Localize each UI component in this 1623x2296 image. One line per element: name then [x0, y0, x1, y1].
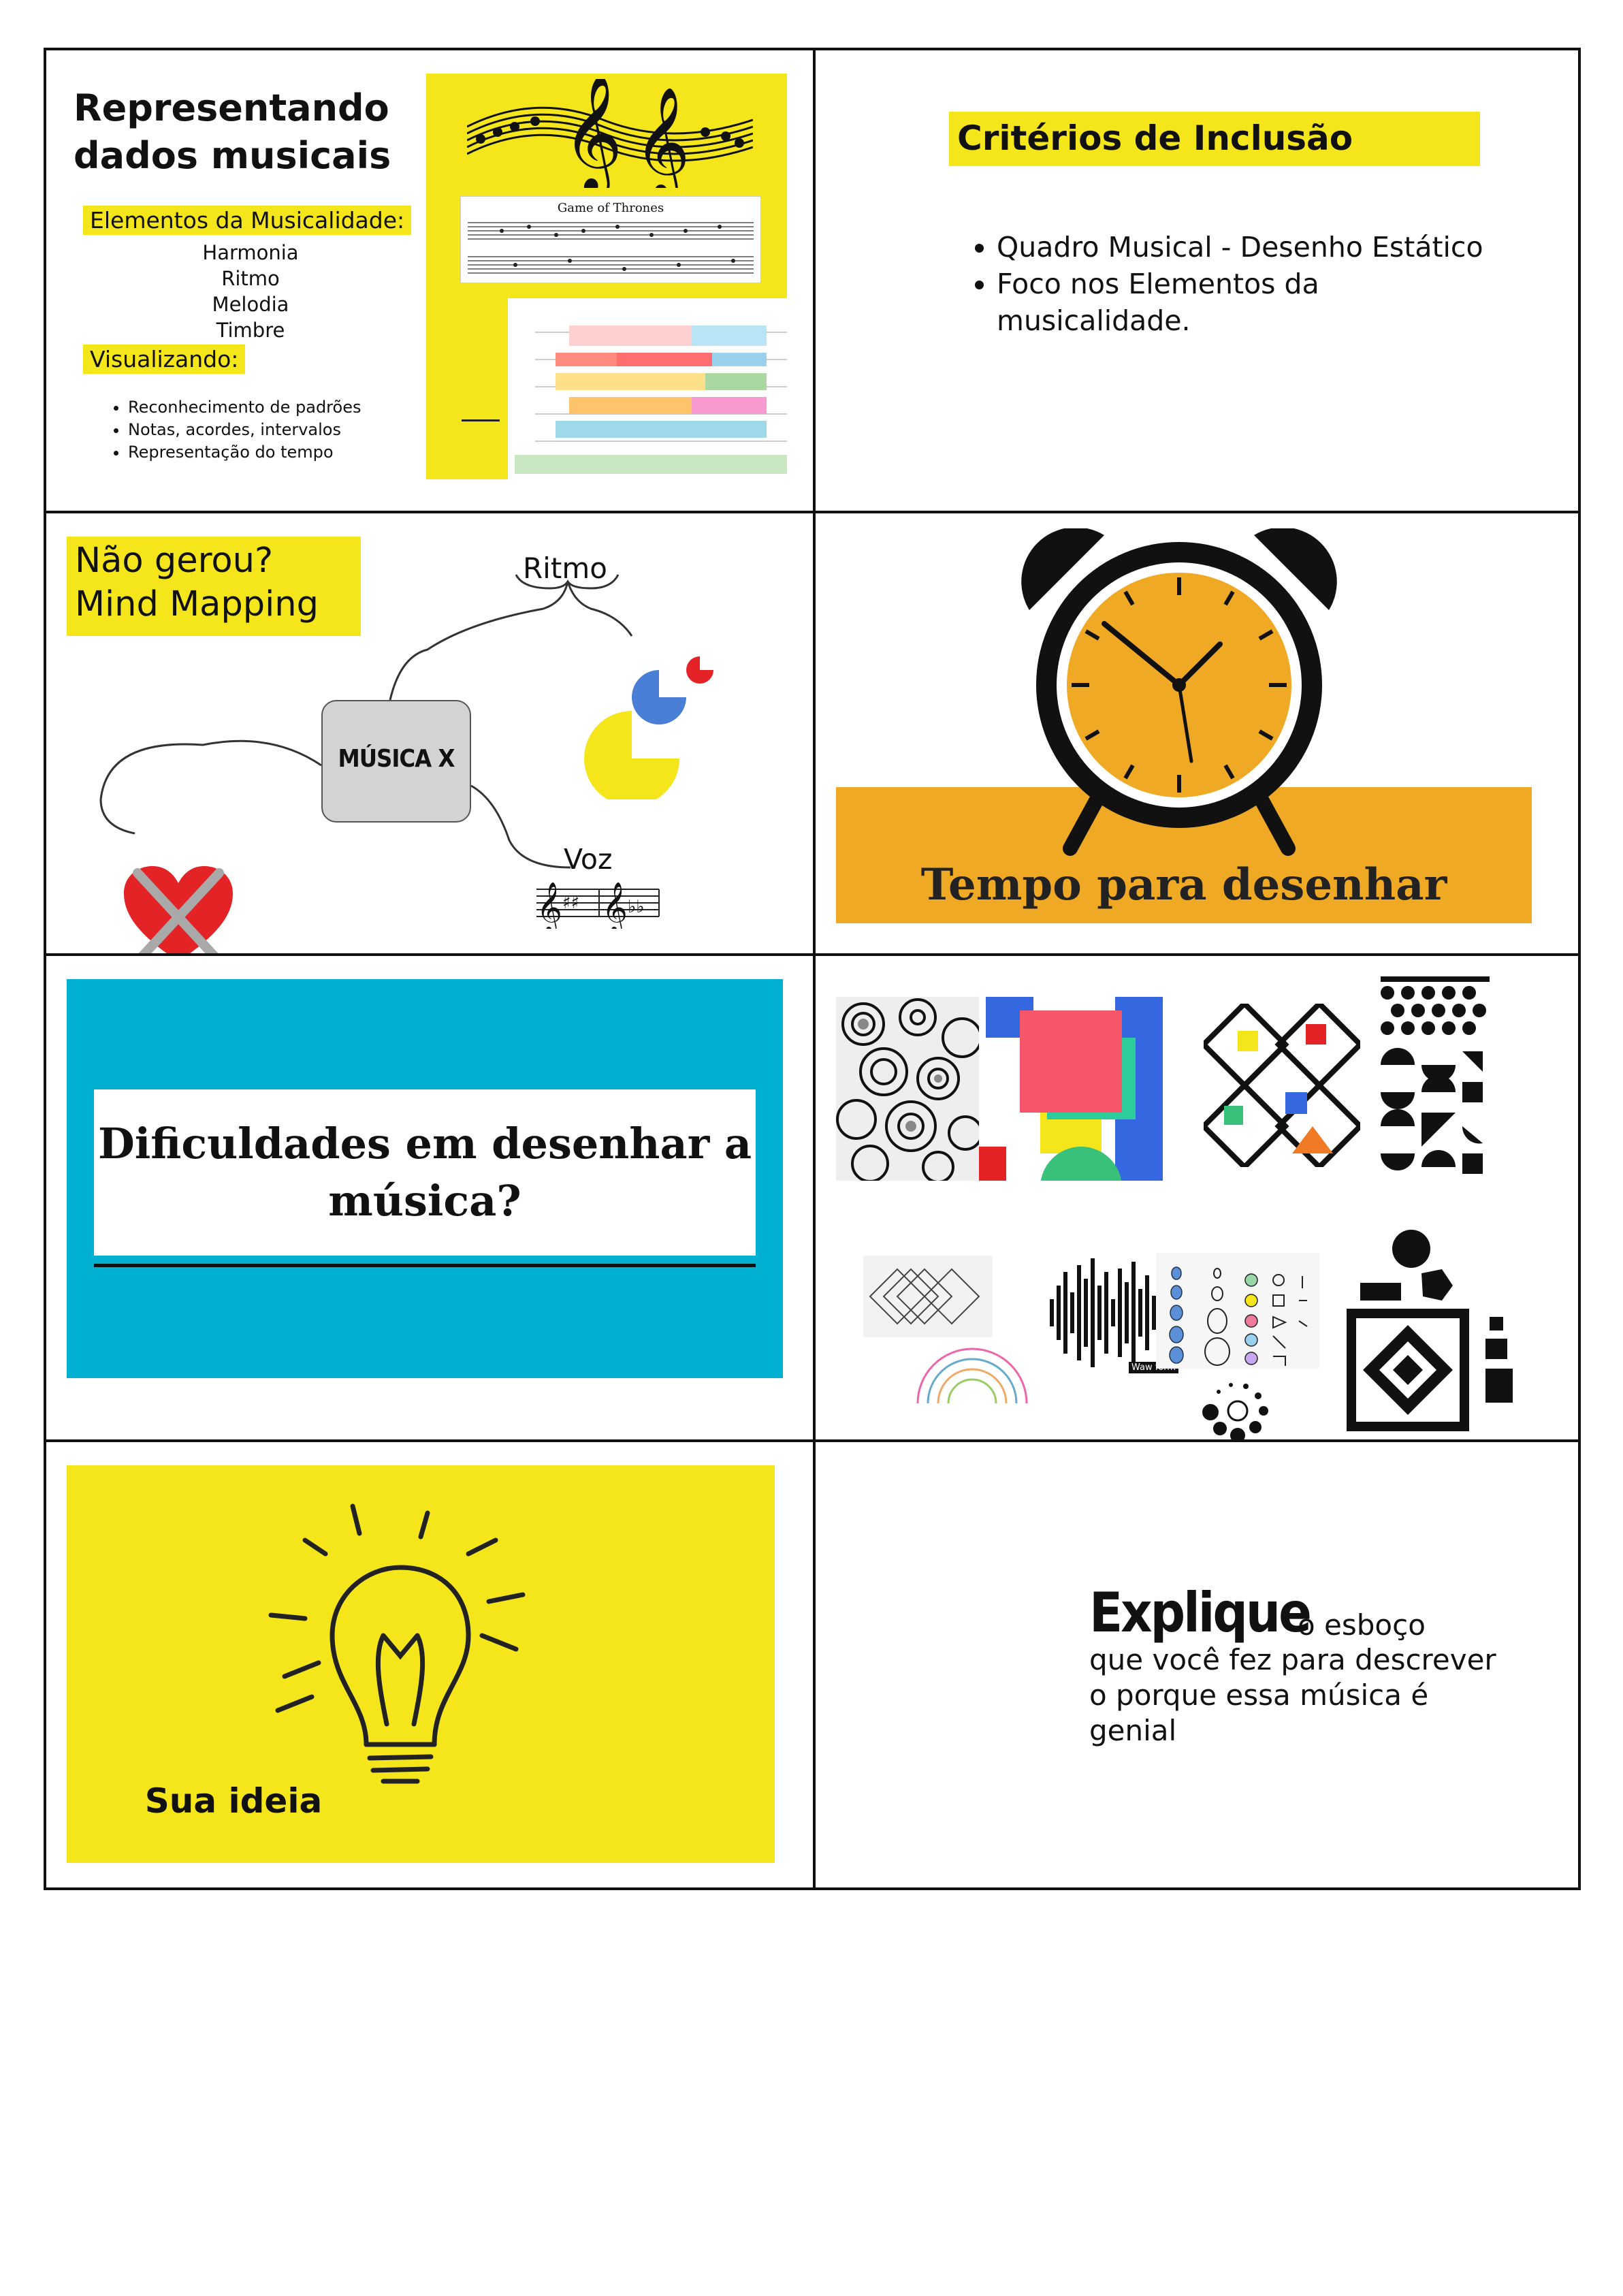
svg-text:♭♭: ♭♭: [628, 897, 645, 917]
title-line: dados musicais: [74, 134, 391, 177]
list-item: Timbre: [216, 319, 285, 342]
cell-your-idea: Sua ideia: [46, 1442, 813, 1893]
explain-body: que você fez para descrever o porque ess…: [1089, 1643, 1496, 1747]
criteria-title: Critérios de Inclusão: [957, 118, 1353, 158]
cell-visual-patterns: Waw form: [816, 956, 1581, 1439]
colored-score-sheet: [508, 298, 794, 479]
music-image-panel: 𝄞 𝄞 Game of Thrones: [426, 74, 794, 479]
dot-ring-image: [1202, 1383, 1268, 1439]
question-line: música?: [328, 1176, 521, 1226]
idea-caption: Sua ideia: [144, 1781, 323, 1821]
svg-text:𝄞: 𝄞: [602, 882, 628, 929]
cell-drawing-time: Tempo para desenhar: [816, 513, 1581, 953]
explain-headline-rest: o esboço: [1298, 1608, 1426, 1642]
list-item: Harmonia: [202, 241, 299, 264]
difficulty-question: Dificuldades em desenhar a música?: [94, 1115, 756, 1230]
svg-text:𝄞: 𝄞: [634, 86, 690, 188]
score-image: Game of Thrones: [460, 196, 761, 283]
branch-voz: Voz: [564, 843, 613, 876]
geometric-stack-image: [1347, 1230, 1513, 1431]
list-item: Melodia: [212, 293, 289, 316]
list-item: Reconhecimento de padrões: [128, 396, 361, 419]
cell-difficulties: Dificuldades em desenhar a música?: [46, 956, 813, 1439]
underline-decoration: [462, 419, 500, 421]
geometric-tiles-image: [1204, 1004, 1360, 1167]
list-item: Representação do tempo: [128, 441, 361, 464]
key-signature-icon: 𝄞 𝄞 ♯♯ ♭♭: [536, 882, 660, 929]
list-item: Foco nos Elementos da musicalidade.: [997, 266, 1514, 339]
branch-ritmo: Ritmo: [523, 552, 607, 585]
music-node: MÚSICA X: [321, 700, 471, 823]
treble-clef-staff-icon: 𝄞 𝄞: [467, 79, 753, 188]
storyboard-grid: Representando dados musicais Elementos d…: [44, 48, 1581, 1890]
svg-text:𝄞: 𝄞: [562, 79, 623, 188]
title-line: Representando: [74, 86, 389, 129]
difficulty-slide: Dificuldades em desenhar a música?: [67, 979, 783, 1378]
elements-list: Harmonia Ritmo Melodia Timbre: [162, 240, 339, 343]
cell-title: Representando dados musicais: [74, 84, 391, 180]
explain-headline: Explique: [1089, 1581, 1312, 1644]
svg-text:♯♯: ♯♯: [562, 893, 579, 913]
crossed-heart-icon: [124, 866, 233, 953]
semicircle-pattern-image: [1374, 976, 1490, 1181]
list-item: Notas, acordes, intervalos: [128, 419, 361, 441]
visualizing-heading: Visualizando:: [83, 345, 246, 374]
cell-inclusion-criteria: Critérios de Inclusão Quadro Musical - D…: [816, 50, 1581, 511]
visualizing-list: Reconhecimento de padrões Notas, acordes…: [108, 396, 361, 464]
list-item: Ritmo: [221, 267, 280, 290]
question-line: Dificuldades em desenhar a: [97, 1119, 752, 1168]
cell-explain: Explique o esboço que você fez para desc…: [816, 1442, 1581, 1893]
difficulty-text-box: Dificuldades em desenhar a música?: [94, 1089, 756, 1256]
lightbulb-icon: [268, 1503, 526, 1784]
cell-mind-mapping: Não gerou? Mind Mapping Ritmo MÚSICA X V…: [46, 513, 813, 953]
colorful-shapes-image: [979, 997, 1163, 1181]
divider-rule: [94, 1264, 756, 1267]
confetti-arc-image: [916, 1348, 1028, 1404]
symbol-notation-image: [1156, 1253, 1319, 1369]
music-node-label: MÚSICA X: [338, 745, 455, 773]
idea-slide: Sua ideia: [67, 1465, 775, 1863]
list-item: Quadro Musical - Desenho Estático: [997, 229, 1514, 266]
circles-pattern-image: [836, 997, 979, 1181]
alarm-clock-icon: [1021, 528, 1337, 856]
elements-heading: Elementos da Musicalidade:: [83, 206, 412, 235]
criteria-list: Quadro Musical - Desenho Estático Foco n…: [965, 229, 1514, 339]
pie-charts-icon: [584, 656, 713, 799]
cell-musical-data: Representando dados musicais Elementos d…: [46, 50, 813, 511]
svg-text:𝄞: 𝄞: [536, 882, 562, 929]
diamond-lines-image: [863, 1256, 993, 1337]
criteria-title-box: Critérios de Inclusão: [949, 112, 1480, 166]
